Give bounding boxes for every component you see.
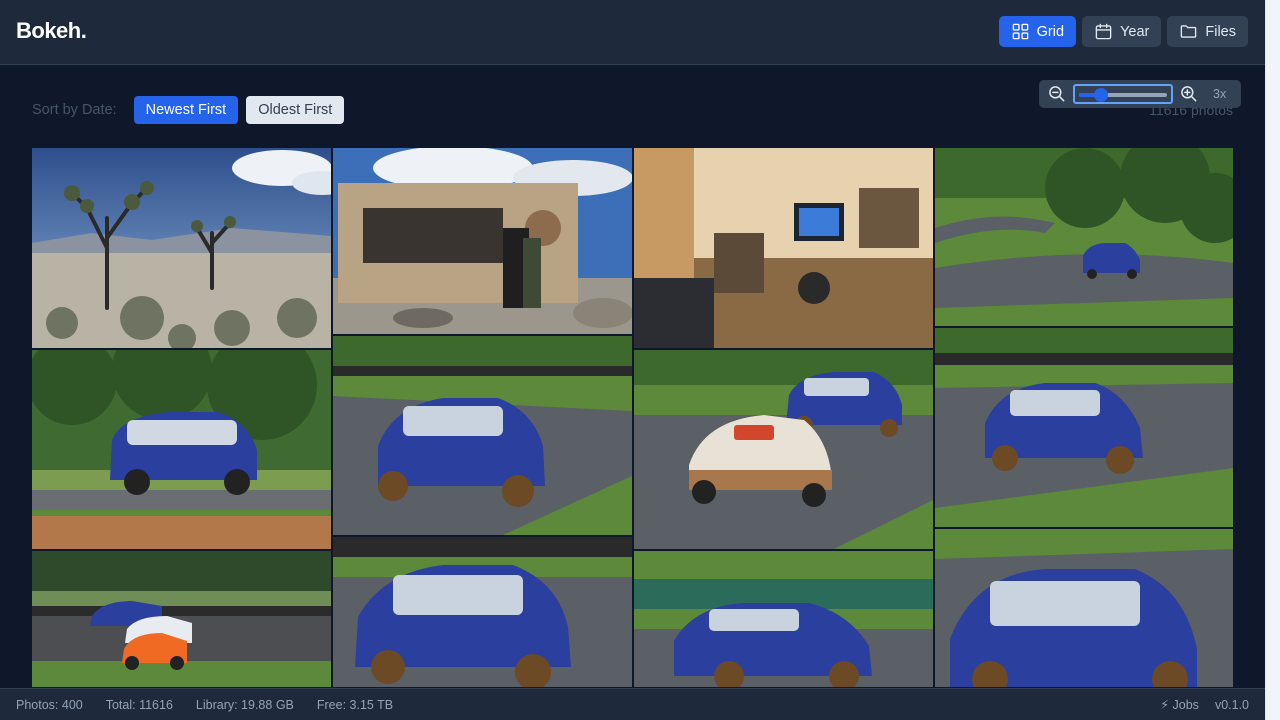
grid-icon <box>1012 23 1028 40</box>
workshop-photo <box>634 148 933 348</box>
grid-view-button[interactable]: Grid <box>998 16 1077 47</box>
track-photo <box>32 350 331 549</box>
sort-newest-button[interactable]: Newest First <box>133 96 239 124</box>
zoom-in-icon[interactable] <box>1179 84 1199 104</box>
folder-icon <box>1181 25 1197 38</box>
zoom-slider[interactable] <box>1073 84 1173 104</box>
sort-controls: Sort by Date: Newest First Oldest First <box>32 96 345 124</box>
hatchback-13-photo <box>333 537 632 687</box>
version-label: v0.1.0 <box>1214 697 1249 712</box>
photo-tile-track-hatchback[interactable] <box>32 350 331 549</box>
sort-label: Sort by Date: <box>32 102 117 118</box>
grid-view-label: Grid <box>1036 23 1065 40</box>
stat-free: Free: 3.15 TB <box>316 697 394 712</box>
status-bar-right: ⚡ Jobs v0.1.0 <box>1160 697 1249 713</box>
photo-tile-hatchback-13[interactable] <box>333 537 632 687</box>
hatchback-side-photo <box>634 551 933 687</box>
photo-tile-hatchback-13-track[interactable] <box>935 328 1233 527</box>
photo-tile-hatchback-front[interactable] <box>935 529 1233 687</box>
jobs-button[interactable]: ⚡ Jobs <box>1160 697 1199 712</box>
status-bar: Photos: 400 Total: 11616 Library: 19.88 … <box>0 688 1265 720</box>
photo-tile-park-sign[interactable] <box>333 148 632 334</box>
calendar-icon <box>1095 23 1112 40</box>
photo-tile-desert[interactable] <box>32 148 331 348</box>
stat-photos: Photos: 400 <box>16 697 83 712</box>
photo-grid <box>32 148 1233 687</box>
view-switcher: Grid Year Files <box>998 16 1248 47</box>
year-view-button[interactable]: Year <box>1082 16 1162 47</box>
hatchback-11-photo <box>333 336 632 535</box>
photo-tile-hatchback-side[interactable] <box>634 551 933 687</box>
zoom-control: 3x <box>1039 80 1241 108</box>
desert-photo <box>32 148 331 348</box>
photo-tile-track-pack[interactable] <box>32 551 331 687</box>
race-cars-photo <box>634 350 933 549</box>
photo-tile-workshop[interactable] <box>634 148 933 348</box>
year-view-label: Year <box>1120 23 1150 40</box>
photo-tile-race-cars[interactable] <box>634 350 933 549</box>
page-scrollbar[interactable] <box>1265 0 1280 720</box>
hatchback-distant-photo <box>935 148 1233 326</box>
photo-tile-hatchback-distant[interactable] <box>935 148 1233 326</box>
sort-oldest-button[interactable]: Oldest First <box>246 96 345 124</box>
hatchback-13-track-photo <box>935 328 1233 527</box>
stat-library: Library: 19.88 GB <box>195 697 294 712</box>
files-view-button[interactable]: Files <box>1167 16 1248 47</box>
files-view-label: Files <box>1205 23 1236 40</box>
app-header: Bokeh. Grid Year Files <box>0 0 1265 65</box>
zoom-slider-handle[interactable] <box>1094 88 1108 102</box>
park-sign-photo <box>333 148 632 334</box>
hatchback-front-photo <box>935 529 1233 687</box>
zoom-level-label: 3x <box>1213 87 1227 101</box>
app-logo[interactable]: Bokeh. <box>16 18 87 44</box>
stat-total: Total: 11616 <box>105 697 173 712</box>
photo-tile-hatchback-11[interactable] <box>333 336 632 535</box>
zoom-out-icon[interactable] <box>1047 84 1067 104</box>
track-pack-photo <box>32 551 331 687</box>
